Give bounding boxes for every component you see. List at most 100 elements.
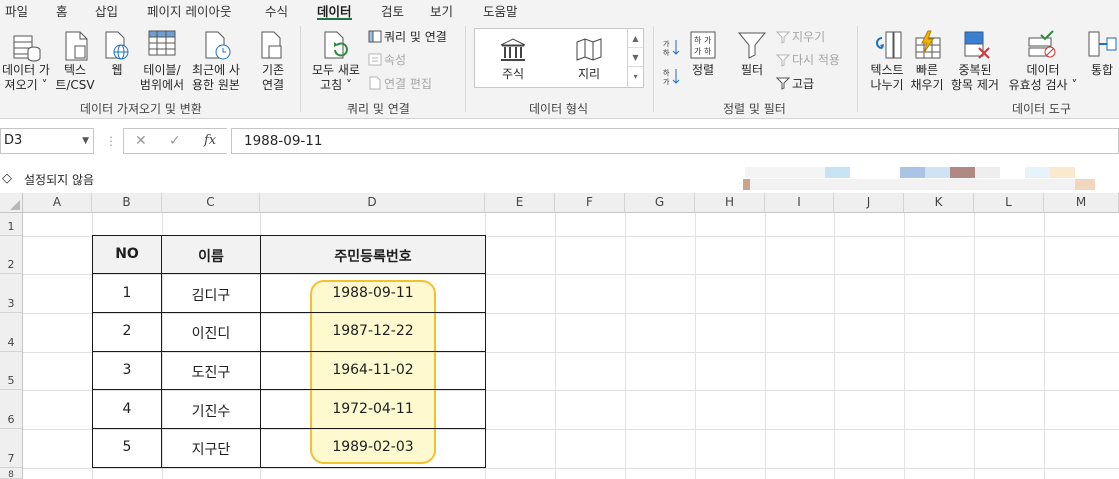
properties-label: 속성 bbox=[384, 53, 407, 67]
formula-bar-grip-icon[interactable]: ⋮ bbox=[105, 134, 117, 148]
column-header-f[interactable]: F bbox=[555, 193, 625, 213]
recent-sources-label-2: 용한 원본 bbox=[192, 78, 240, 92]
tab-data[interactable]: 데이터 bbox=[317, 1, 352, 20]
web-icon bbox=[105, 31, 129, 60]
column-header-c[interactable]: C bbox=[162, 193, 260, 213]
row-header-1[interactable]: 1 bbox=[0, 213, 23, 236]
edit-links-label: 연결 편집 bbox=[384, 77, 432, 91]
map-icon bbox=[576, 38, 602, 61]
advanced-filter-icon bbox=[776, 77, 790, 90]
column-header-a[interactable]: A bbox=[23, 193, 92, 213]
table-cell-name[interactable]: 이진디 bbox=[162, 323, 260, 343]
table-cell-id-number[interactable]: 1988-09-11 bbox=[261, 285, 485, 301]
reapply-icon bbox=[776, 54, 790, 67]
gallery-down-icon[interactable]: ▼ bbox=[628, 48, 643, 67]
flash-fill-label-1: 빠른 bbox=[915, 63, 939, 77]
clear-label: 지우기 bbox=[792, 30, 826, 44]
formula-input[interactable]: 1988-09-11 bbox=[231, 128, 1119, 154]
name-box-dropdown-icon[interactable]: ▼ bbox=[82, 129, 89, 153]
tag-icon[interactable]: ◇ bbox=[2, 171, 12, 186]
column-header-g[interactable]: G bbox=[625, 193, 695, 213]
svg-text:하: 하 bbox=[694, 35, 702, 45]
flash-fill-label-2: 채우기 bbox=[910, 78, 944, 92]
table-cell-name[interactable]: 도진구 bbox=[162, 362, 260, 382]
row-header-8[interactable]: 8 bbox=[0, 468, 23, 479]
column-header-j[interactable]: J bbox=[834, 193, 904, 213]
table-cell-no[interactable]: 4 bbox=[93, 401, 161, 417]
tab-insert[interactable]: 삽입 bbox=[95, 1, 118, 20]
gallery-more-icon[interactable]: ▾ bbox=[628, 67, 643, 86]
select-all-corner[interactable] bbox=[0, 193, 23, 213]
filter-label: 필터 bbox=[740, 63, 764, 77]
table-header-name[interactable]: 이름 bbox=[162, 246, 260, 266]
get-data-label-2: 져오기 ˅ bbox=[4, 78, 48, 92]
table-cell-no[interactable]: 2 bbox=[93, 323, 161, 339]
existing-connection-icon bbox=[261, 31, 282, 59]
table-cell-name[interactable]: 김디구 bbox=[162, 285, 260, 305]
row-header-5[interactable]: 5 bbox=[0, 352, 23, 390]
row-header-7[interactable]: 7 bbox=[0, 429, 23, 468]
tab-formulas[interactable]: 수식 bbox=[265, 1, 288, 20]
column-header-l[interactable]: L bbox=[974, 193, 1044, 213]
table-icon bbox=[148, 30, 176, 56]
column-header-h[interactable]: H bbox=[695, 193, 765, 213]
clear-filter-icon bbox=[776, 31, 790, 44]
row-header-6[interactable]: 6 bbox=[0, 390, 23, 429]
table-cell-id-number[interactable]: 1989-02-03 bbox=[261, 439, 485, 455]
queries-connections-label: 쿼리 및 연결 bbox=[384, 30, 447, 44]
column-header-m[interactable]: M bbox=[1044, 193, 1119, 213]
row-header-4[interactable]: 4 bbox=[0, 313, 23, 352]
reapply-label: 다시 적용 bbox=[792, 53, 840, 67]
text-to-columns-label-1: 텍스트 bbox=[870, 63, 904, 77]
column-header-b[interactable]: B bbox=[92, 193, 162, 213]
column-header-e[interactable]: E bbox=[485, 193, 555, 213]
advanced-label: 고급 bbox=[792, 77, 815, 91]
table-cell-no[interactable]: 1 bbox=[93, 285, 161, 301]
sensitivity-label[interactable]: 설정되지 않음 bbox=[24, 171, 94, 188]
table-header-no[interactable]: NO bbox=[93, 246, 161, 262]
table-cell-name[interactable]: 지구단 bbox=[162, 439, 260, 459]
text-csv-label-1: 텍스 bbox=[63, 63, 87, 77]
svg-text:가: 가 bbox=[663, 39, 670, 48]
insert-function-icon[interactable]: fx bbox=[204, 133, 216, 148]
table-cell-name[interactable]: 기진수 bbox=[162, 401, 260, 421]
svg-text:가: 가 bbox=[704, 36, 712, 45]
group-divider bbox=[653, 26, 654, 112]
tab-review[interactable]: 검토 bbox=[381, 1, 404, 20]
column-header-k[interactable]: K bbox=[904, 193, 974, 213]
existing-conn-label-1: 기존 bbox=[261, 63, 285, 77]
group-label-data-tools: 데이터 도구 bbox=[1012, 102, 1072, 116]
table-cell-id-number[interactable]: 1972-04-11 bbox=[261, 401, 485, 417]
tab-home[interactable]: 홈 bbox=[56, 1, 68, 20]
text-csv-label-2: 트/CSV bbox=[55, 78, 95, 92]
tab-help[interactable]: 도움말 bbox=[483, 1, 518, 20]
existing-conn-label-2: 연결 bbox=[261, 78, 285, 92]
name-box[interactable]: D3 ▼ bbox=[0, 128, 94, 154]
tab-page-layout[interactable]: 페이지 레이아웃 bbox=[147, 1, 231, 20]
tab-file[interactable]: 파일 bbox=[5, 1, 28, 20]
gallery-up-icon[interactable]: ▲ bbox=[628, 29, 643, 48]
tab-view[interactable]: 보기 bbox=[430, 1, 453, 20]
data-types-gallery: 주식 지리 ▲ ▼ ▾ bbox=[474, 28, 644, 88]
column-header-i[interactable]: I bbox=[765, 193, 834, 213]
table-cell-id-number[interactable]: 1964-11-02 bbox=[261, 362, 485, 378]
row-header-2[interactable]: 2 bbox=[0, 236, 23, 274]
table-cell-id-number[interactable]: 1987-12-22 bbox=[261, 323, 485, 339]
data-validation-icon bbox=[1028, 30, 1056, 58]
recent-clock-icon bbox=[205, 31, 231, 60]
properties-icon bbox=[368, 53, 382, 66]
remove-duplicates-icon bbox=[964, 31, 990, 59]
enter-check-icon[interactable]: ✓ bbox=[169, 133, 181, 149]
remove-duplicates-label-2: 항목 제거 bbox=[951, 78, 999, 92]
data-type-geography-label: 지리 bbox=[577, 67, 601, 81]
table-header-id-number[interactable]: 주민등록번호 bbox=[261, 246, 485, 266]
table-cell-no[interactable]: 3 bbox=[93, 362, 161, 378]
formula-buttons: ✕ ✓ fx bbox=[123, 128, 227, 154]
gallery-scroll[interactable]: ▲ ▼ ▾ bbox=[627, 29, 643, 87]
table-cell-no[interactable]: 5 bbox=[93, 439, 161, 455]
refresh-all-label-1: 모두 새로 bbox=[312, 63, 360, 77]
row-header-3[interactable]: 3 bbox=[0, 274, 23, 313]
cancel-icon[interactable]: ✕ bbox=[135, 133, 147, 149]
column-header-d[interactable]: D bbox=[260, 193, 485, 213]
data-validation-label-2: 유효성 검사 ˅ bbox=[1008, 78, 1078, 92]
